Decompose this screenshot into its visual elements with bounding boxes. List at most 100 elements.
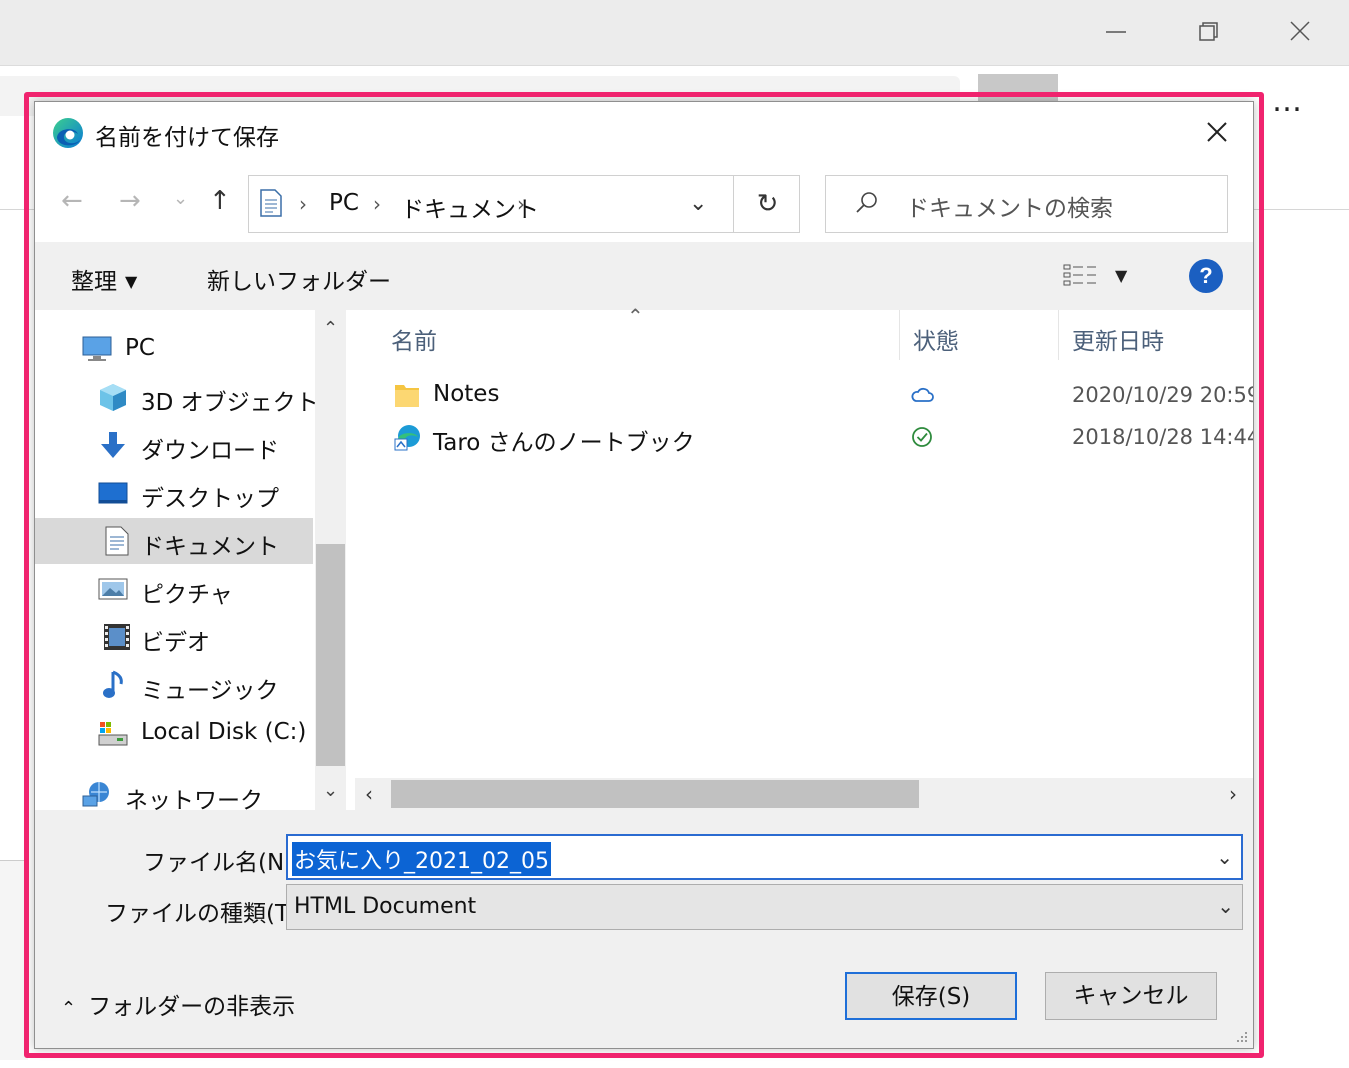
tree-item-documents[interactable]: ドキュメント bbox=[35, 518, 313, 564]
dialog-close-button[interactable] bbox=[1199, 114, 1235, 150]
forward-icon[interactable]: → bbox=[119, 186, 141, 216]
new-folder-button[interactable]: 新しいフォルダー bbox=[207, 262, 391, 296]
window-close-icon[interactable] bbox=[1280, 14, 1320, 50]
favorites-button[interactable] bbox=[978, 74, 1058, 104]
tree-item-music[interactable]: ミュージック bbox=[35, 662, 313, 708]
cancel-button[interactable]: キャンセル bbox=[1045, 972, 1217, 1020]
videos-icon bbox=[104, 624, 130, 650]
tree-item-pc[interactable]: PC bbox=[35, 326, 313, 372]
tree-label: ネットワーク bbox=[125, 788, 263, 814]
breadcrumb-separator[interactable]: › bbox=[517, 192, 525, 216]
view-caret-icon[interactable]: ▼ bbox=[1115, 266, 1127, 285]
file-name: Taro さんのノートブック bbox=[433, 430, 695, 456]
file-date: 2018/10/28 14:44 bbox=[1072, 425, 1254, 449]
tree-label: ダウンロード bbox=[141, 438, 279, 464]
tree-label: ピクチャ bbox=[141, 582, 233, 608]
tree-item-desktop[interactable]: デスクトップ bbox=[35, 470, 313, 516]
file-row[interactable]: Notes 2020/10/29 20:59 bbox=[355, 374, 1254, 416]
scroll-up-icon[interactable]: ⌃ bbox=[315, 318, 346, 339]
filetype-label: ファイルの種類(T): bbox=[105, 901, 306, 927]
caret-down-icon: ▼ bbox=[125, 272, 138, 291]
tree-item-3d-objects[interactable]: 3D オブジェクト bbox=[35, 374, 319, 420]
save-as-dialog: 名前を付けて保存 ← → ⌄ ↑ › PC › ドキュメント › ⌄ ↻ ドキュ… bbox=[34, 101, 1254, 1049]
column-divider[interactable] bbox=[1058, 310, 1059, 360]
tree-label: デスクトップ bbox=[141, 486, 279, 512]
chevron-down-icon[interactable]: ⌄ bbox=[689, 191, 707, 216]
3d-objects-icon bbox=[100, 384, 126, 411]
cloud-icon bbox=[911, 387, 934, 402]
network-icon bbox=[82, 782, 109, 807]
hide-folders-toggle[interactable]: ⌃ フォルダーの非表示 bbox=[61, 987, 295, 1021]
browser-titlebar bbox=[0, 0, 1349, 66]
file-date: 2020/10/29 20:59 bbox=[1072, 383, 1254, 407]
file-row[interactable]: Taro さんのノートブック 2018/10/28 14:44 bbox=[355, 416, 1254, 458]
folder-icon bbox=[395, 385, 419, 407]
navigation-bar: ← → ⌄ ↑ › PC › ドキュメント › ⌄ ↻ ドキュメントの検索 bbox=[35, 162, 1253, 242]
up-icon[interactable]: ↑ bbox=[209, 186, 231, 216]
edge-logo-icon bbox=[53, 118, 83, 148]
browser-side-strip bbox=[0, 860, 28, 1060]
organize-label: 整理 bbox=[71, 269, 117, 295]
filename-field[interactable]: お気に入り_2021_02_05 ⌄ bbox=[286, 834, 1243, 880]
scroll-left-icon[interactable]: ‹ bbox=[365, 782, 373, 806]
breadcrumb-separator[interactable]: › bbox=[373, 192, 381, 216]
resize-grip-icon[interactable] bbox=[1235, 1030, 1249, 1044]
organize-menu[interactable]: 整理 ▼ bbox=[71, 262, 137, 296]
close-icon bbox=[1207, 122, 1227, 142]
onenote-notebook-icon bbox=[394, 425, 420, 451]
search-placeholder: ドキュメントの検索 bbox=[906, 196, 1113, 222]
search-icon bbox=[856, 192, 877, 213]
recent-locations-icon[interactable]: ⌄ bbox=[173, 188, 188, 209]
chevron-down-icon[interactable]: ⌄ bbox=[1217, 894, 1234, 918]
scrollbar-thumb[interactable] bbox=[316, 544, 345, 766]
music-icon bbox=[103, 670, 123, 698]
local-disk-icon bbox=[98, 722, 128, 746]
tree-item-videos[interactable]: ビデオ bbox=[35, 614, 313, 660]
filetype-select[interactable]: HTML Document ⌄ bbox=[286, 884, 1243, 930]
file-list-scrollbar[interactable]: ‹ › bbox=[355, 778, 1253, 810]
tree-label: ミュージック bbox=[141, 678, 279, 704]
scrollbar-thumb[interactable] bbox=[391, 780, 919, 808]
column-header-modified[interactable]: 更新日時 bbox=[1072, 322, 1164, 356]
search-box[interactable]: ドキュメントの検索 bbox=[825, 175, 1228, 233]
hide-folders-label: フォルダーの非表示 bbox=[88, 994, 296, 1020]
address-bar[interactable]: › PC › ドキュメント › ⌄ ↻ bbox=[248, 175, 800, 233]
tree-scrollbar[interactable]: ⌃ ⌄ bbox=[315, 310, 346, 810]
file-name: Notes bbox=[433, 381, 500, 407]
breadcrumb-pc[interactable]: PC bbox=[329, 190, 359, 216]
dialog-title: 名前を付けて保存 bbox=[95, 125, 279, 151]
tree-label: ドキュメント bbox=[141, 534, 279, 560]
tree-item-network[interactable]: ネットワーク bbox=[35, 772, 313, 818]
chevron-down-icon[interactable]: ⌄ bbox=[1216, 845, 1233, 869]
sort-ascending-icon: ⌃ bbox=[627, 304, 644, 328]
filename-value: お気に入り_2021_02_05 bbox=[292, 842, 551, 876]
tree-item-downloads[interactable]: ダウンロード bbox=[35, 422, 313, 468]
synced-check-icon bbox=[912, 427, 932, 447]
pc-icon bbox=[82, 336, 112, 361]
column-header-status[interactable]: 状態 bbox=[913, 322, 959, 356]
column-header-name[interactable]: 名前 bbox=[391, 322, 437, 356]
scroll-down-icon[interactable]: ⌄ bbox=[315, 780, 346, 801]
minimize-icon[interactable] bbox=[1096, 14, 1136, 50]
filename-label: ファイル名(N): bbox=[143, 850, 301, 876]
breadcrumb-separator[interactable]: › bbox=[299, 192, 307, 216]
command-bar: 整理 ▼ 新しいフォルダー ▼ ? bbox=[35, 242, 1253, 310]
refresh-icon[interactable]: ↻ bbox=[733, 176, 801, 232]
back-icon[interactable]: ← bbox=[61, 186, 83, 216]
tree-label: 3D オブジェクト bbox=[141, 390, 319, 416]
download-icon bbox=[101, 432, 125, 458]
documents-icon bbox=[105, 526, 129, 556]
scroll-right-icon[interactable]: › bbox=[1229, 782, 1237, 806]
browse-area: PC 3D オブジェクト ダウンロード デスクトップ ドキュメント ピクチャ ビ… bbox=[35, 304, 1254, 814]
tree-item-pictures[interactable]: ピクチャ bbox=[35, 566, 313, 612]
tree-label: Local Disk (C:) bbox=[141, 719, 307, 745]
chevron-up-icon: ⌃ bbox=[61, 998, 77, 1019]
more-icon[interactable]: … bbox=[1272, 84, 1303, 119]
help-icon[interactable]: ? bbox=[1189, 259, 1223, 293]
tree-item-local-disk[interactable]: Local Disk (C:) bbox=[35, 710, 313, 756]
restore-icon[interactable] bbox=[1188, 14, 1228, 50]
save-button[interactable]: 保存(S) bbox=[845, 972, 1017, 1020]
column-divider[interactable] bbox=[899, 310, 900, 360]
view-options-icon[interactable] bbox=[1063, 262, 1099, 288]
file-list: ⌃ 名前 状態 更新日時 Notes 2020/10/29 20:59 Taro… bbox=[355, 304, 1254, 810]
